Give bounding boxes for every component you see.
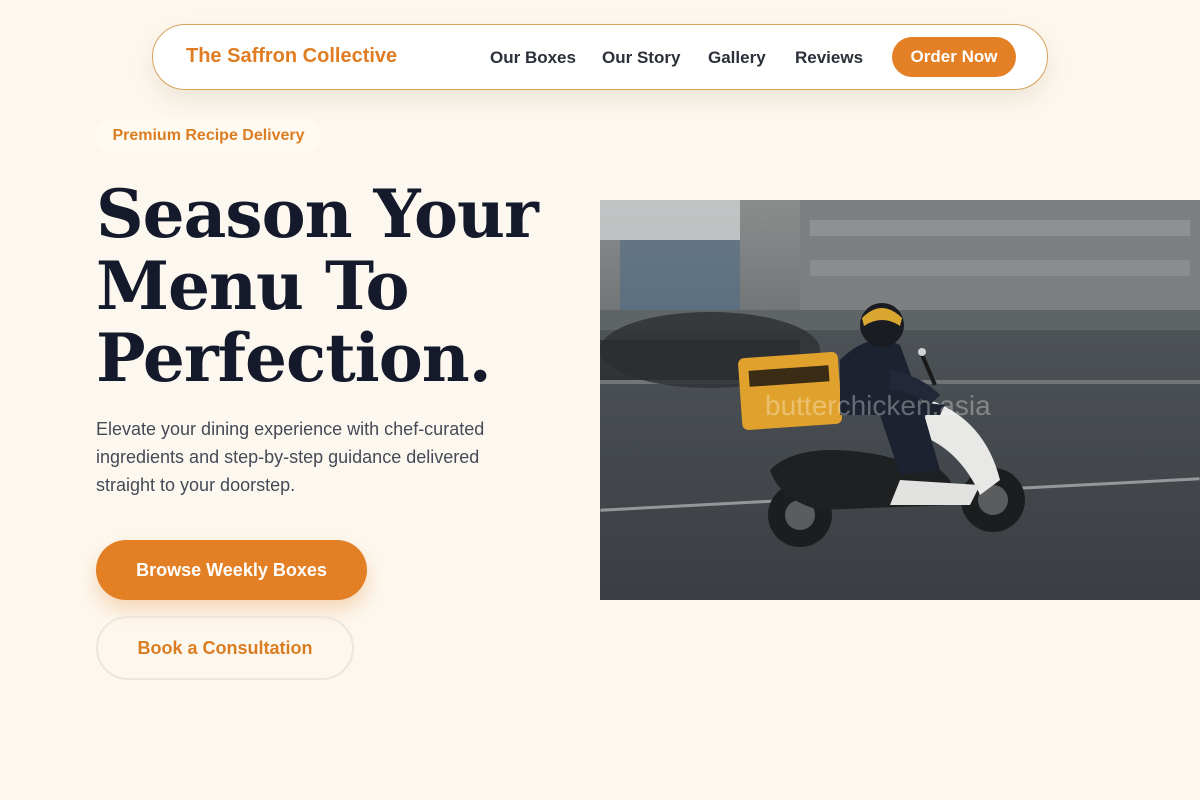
- headline-line-3: Perfection.: [96, 319, 492, 397]
- brand-logo[interactable]: The Saffron Collective: [186, 45, 397, 68]
- top-navbar: The Saffron Collective Our Boxes Our Sto…: [152, 24, 1048, 90]
- headline-line-2: Menu To: [96, 247, 410, 325]
- hero-badge: Premium Recipe Delivery: [96, 119, 321, 153]
- nav-link-reviews[interactable]: Reviews: [795, 48, 863, 68]
- image-watermark: butterchicken.asia: [765, 390, 991, 421]
- nav-link-our-story[interactable]: Our Story: [602, 48, 680, 68]
- order-now-button[interactable]: Order Now: [892, 37, 1016, 77]
- hero-description: Elevate your dining experience with chef…: [96, 419, 485, 495]
- book-consultation-button[interactable]: Book a Consultation: [96, 616, 354, 680]
- hero-headline: Season Your Menu To Perfection.: [96, 178, 566, 394]
- headline-line-1: Season Your: [96, 175, 539, 253]
- nav-link-gallery[interactable]: Gallery: [708, 48, 766, 68]
- hero-delivery-photo: butterchicken.asia: [600, 200, 1200, 600]
- nav-link-our-boxes[interactable]: Our Boxes: [490, 48, 576, 68]
- browse-weekly-boxes-button[interactable]: Browse Weekly Boxes: [96, 540, 367, 600]
